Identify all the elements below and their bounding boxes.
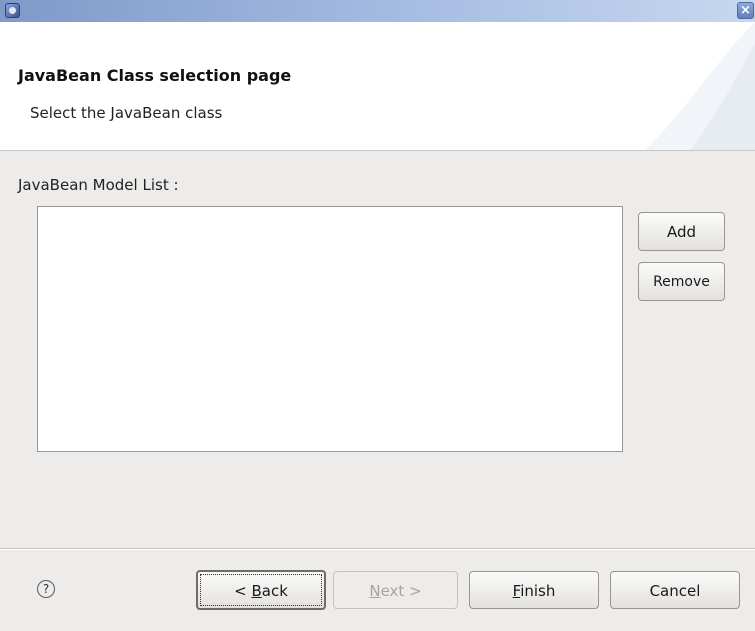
page-title: JavaBean Class selection page — [18, 66, 292, 85]
model-list-label: JavaBean Model List : — [18, 176, 179, 194]
page-description: Select the JavaBean class — [30, 104, 223, 122]
eclipse-icon — [5, 3, 20, 18]
next-label-rest: ext > — [380, 582, 422, 600]
finish-label-rest: inish — [520, 582, 556, 600]
finish-button[interactable]: Finish — [469, 571, 599, 609]
title-bar: × — [0, 0, 755, 23]
add-button[interactable]: Add — [638, 212, 725, 251]
close-button[interactable]: × — [737, 2, 754, 19]
help-icon[interactable]: ? — [37, 580, 55, 598]
wizard-header: JavaBean Class selection page Select the… — [0, 22, 755, 151]
back-prefix: < — [234, 582, 252, 600]
javabean-model-list[interactable] — [37, 206, 623, 452]
back-mnemonic: B — [251, 582, 262, 600]
next-mnemonic: N — [369, 582, 381, 600]
remove-button[interactable]: Remove — [638, 262, 725, 301]
close-icon: × — [740, 3, 751, 18]
back-label-rest: ack — [261, 582, 288, 600]
header-banner-graphic — [645, 22, 755, 150]
next-button[interactable]: Next > — [333, 571, 458, 609]
footer-separator — [0, 548, 755, 550]
back-button[interactable]: < Back — [196, 570, 326, 610]
cancel-button[interactable]: Cancel — [610, 571, 740, 609]
